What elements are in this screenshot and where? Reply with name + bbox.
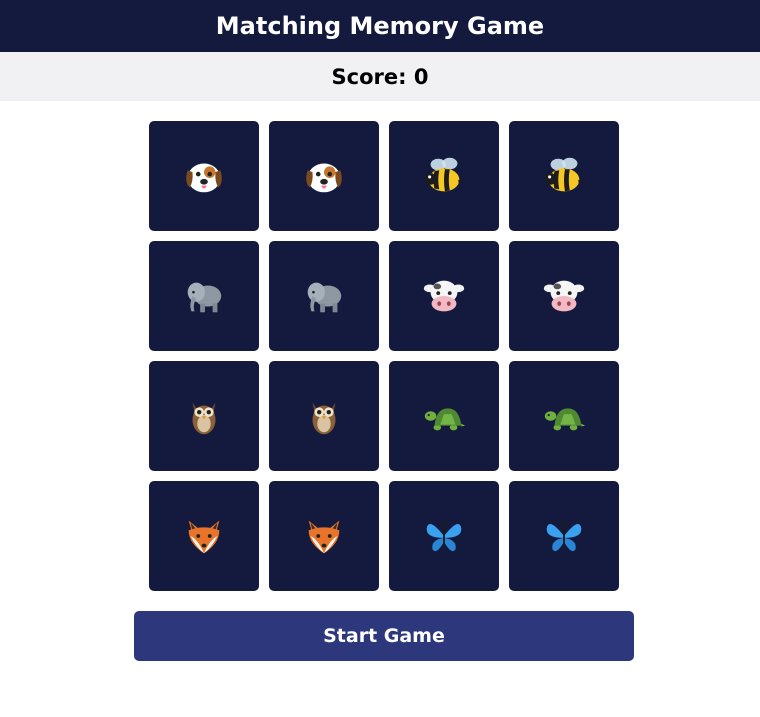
start-game-button[interactable]: Start Game bbox=[134, 611, 634, 661]
cow-icon bbox=[421, 273, 467, 319]
card-grid bbox=[149, 121, 619, 591]
memory-card[interactable] bbox=[149, 121, 259, 231]
memory-card[interactable] bbox=[149, 481, 259, 591]
fox-icon bbox=[301, 513, 347, 559]
memory-card[interactable] bbox=[509, 361, 619, 471]
butterfly-icon bbox=[541, 513, 587, 559]
memory-card[interactable] bbox=[389, 241, 499, 351]
memory-card[interactable] bbox=[269, 121, 379, 231]
memory-card[interactable] bbox=[509, 121, 619, 231]
cow-icon bbox=[541, 273, 587, 319]
memory-card[interactable] bbox=[389, 121, 499, 231]
memory-card[interactable] bbox=[509, 481, 619, 591]
memory-card[interactable] bbox=[269, 481, 379, 591]
game-title: Matching Memory Game bbox=[215, 12, 545, 40]
game-header: Matching Memory Game bbox=[0, 0, 760, 52]
butterfly-icon bbox=[421, 513, 467, 559]
elephant-icon bbox=[181, 273, 227, 319]
memory-card[interactable] bbox=[389, 361, 499, 471]
memory-card[interactable] bbox=[269, 241, 379, 351]
owl-icon bbox=[301, 393, 347, 439]
memory-card[interactable] bbox=[149, 361, 259, 471]
dog-icon bbox=[181, 153, 227, 199]
bee-icon bbox=[541, 153, 587, 199]
turtle-icon bbox=[421, 393, 467, 439]
score-bar: Score: 0 bbox=[0, 52, 760, 101]
memory-card[interactable] bbox=[389, 481, 499, 591]
start-game-label: Start Game bbox=[323, 625, 445, 647]
bee-icon bbox=[421, 153, 467, 199]
score-display: Score: 0 bbox=[331, 64, 429, 89]
elephant-icon bbox=[301, 273, 347, 319]
fox-icon bbox=[181, 513, 227, 559]
memory-card[interactable] bbox=[509, 241, 619, 351]
dog-icon bbox=[301, 153, 347, 199]
turtle-icon bbox=[541, 393, 587, 439]
owl-icon bbox=[181, 393, 227, 439]
memory-card[interactable] bbox=[269, 361, 379, 471]
memory-card[interactable] bbox=[149, 241, 259, 351]
